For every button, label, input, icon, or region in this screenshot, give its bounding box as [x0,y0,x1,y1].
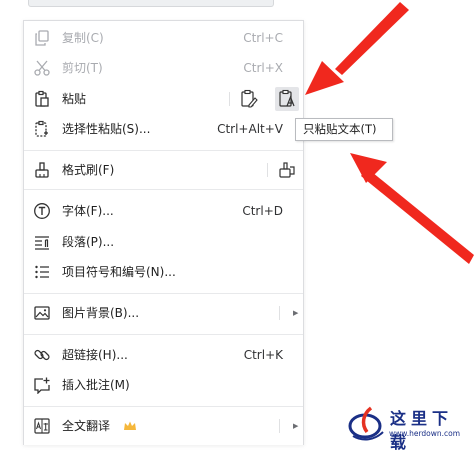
menu-item-font[interactable]: 字体(F)... Ctrl+D [24,197,303,225]
submenu-separator [279,306,280,320]
paste-special-icon [35,120,48,137]
menu-item-paste[interactable]: 粘贴 [24,85,303,113]
hyperlink-label: 超链接(H)... [62,348,128,362]
copy-label: 复制(C) [62,31,104,45]
comment-icon [34,377,50,394]
paste-text-only-tooltip: 只粘贴文本(T) [295,118,393,141]
cut-shortcut: Ctrl+X [243,61,283,75]
menu-item-paste-special[interactable]: 选择性粘贴(S)... Ctrl+Alt+V [24,115,303,143]
paste-text-only-icon [279,89,295,107]
menu-divider [24,334,303,335]
site-watermark: 这里下载 www.herdown.com [345,402,473,452]
paste-special-shortcut: Ctrl+Alt+V [217,122,283,136]
cut-label: 剪切(T) [62,61,103,75]
crown-icon [124,421,136,430]
image-icon [34,306,50,320]
red-arrow-icon [361,168,474,264]
font-icon [34,203,50,219]
menu-item-format-painter[interactable]: 格式刷(F) [24,156,303,184]
format-painter-separator [267,163,268,177]
menu-item-picture-background[interactable]: 图片背景(B)... ▶ [24,299,303,327]
paste-label: 粘贴 [62,92,87,106]
menu-item-copy[interactable]: 复制(C) Ctrl+C [24,24,303,52]
menu-divider [24,293,303,294]
menu-item-bullets[interactable]: 项目符号和编号(N)... [24,258,303,286]
list-icon [35,265,49,279]
copy-icon [35,30,49,46]
translate-icon [34,418,50,434]
paragraph-icon [35,236,49,250]
format-painter-icon [35,162,49,178]
link-icon [34,349,50,361]
submenu-arrow-icon: ▶ [293,309,299,317]
format-painter-sticky-icon[interactable] [278,161,296,179]
menu-item-hyperlink[interactable]: 超链接(H)... Ctrl+K [24,341,303,369]
font-shortcut: Ctrl+D [242,204,283,218]
window-top-bar [28,0,274,7]
red-arrow-icon [350,153,387,183]
menu-item-insert-comment[interactable]: 插入批注(M) [24,371,303,399]
watermark-url: www.herdown.com [389,429,461,438]
menu-item-translate[interactable]: 全文翻译 ▶ [24,412,303,440]
picture-background-label: 图片背景(B)... [62,306,140,320]
watermark-logo-icon [348,406,384,441]
menu-divider [24,406,303,407]
copy-shortcut: Ctrl+C [243,31,283,45]
submenu-separator [279,419,280,433]
paste-icon [35,90,49,107]
context-menu: 复制(C) Ctrl+C 剪切(T) Ctrl+X 粘贴 选择性粘贴(S)...… [23,20,304,445]
menu-item-cut[interactable]: 剪切(T) Ctrl+X [24,54,303,82]
paste-options-separator [229,92,230,106]
hyperlink-shortcut: Ctrl+K [243,348,283,362]
paste-text-only-button[interactable] [275,87,299,111]
paste-special-label: 选择性粘贴(S)... [62,122,151,136]
menu-item-paragraph[interactable]: 段落(P)... [24,228,303,256]
format-painter-label: 格式刷(F) [62,163,115,177]
keep-format-paste-button[interactable] [237,87,261,111]
font-label: 字体(F)... [62,204,114,218]
insert-comment-label: 插入批注(M) [62,378,130,392]
translate-label: 全文翻译 [62,419,111,433]
menu-divider [24,150,303,151]
red-arrow-icon [305,61,344,95]
red-arrow-icon [335,2,409,75]
bullets-label: 项目符号和编号(N)... [62,265,176,279]
scissors-icon [34,60,50,76]
menu-divider [24,189,303,190]
keep-format-paste-icon [241,89,258,108]
submenu-arrow-icon: ▶ [293,422,299,430]
paragraph-label: 段落(P)... [62,235,115,249]
